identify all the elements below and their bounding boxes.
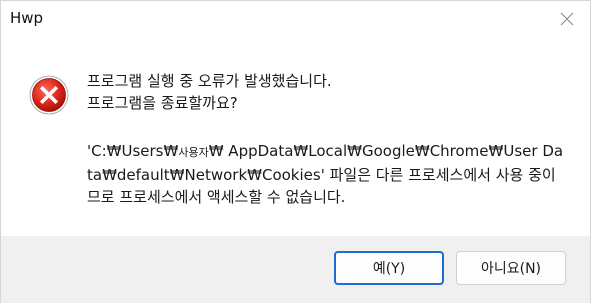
error-icon [29,75,69,115]
error-message-line2: 프로그램을 종료할까요? [87,94,238,112]
detail-path-prefix: 'C:₩Users₩ [87,142,179,160]
detail-user-name: 사용자 [178,146,209,159]
window-title: Hwp [10,9,44,27]
title-bar: Hwp [1,1,590,37]
error-detail: 'C:₩Users₩사용자₩ AppData₩Local₩Google₩Chro… [87,140,567,208]
yes-button[interactable]: 예(Y) [334,251,444,285]
close-icon [560,12,574,26]
close-button[interactable] [544,1,590,37]
button-bar: 예(Y) 아니요(N) [1,236,590,303]
error-message-line1: 프로그램 실행 중 오류가 발생했습니다. [87,72,332,90]
error-dialog: Hwp 프로그램 실행 중 오류가 발생했습니다. 프로그램을 종료할까요? '… [0,0,591,303]
no-button[interactable]: 아니요(N) [456,251,566,285]
